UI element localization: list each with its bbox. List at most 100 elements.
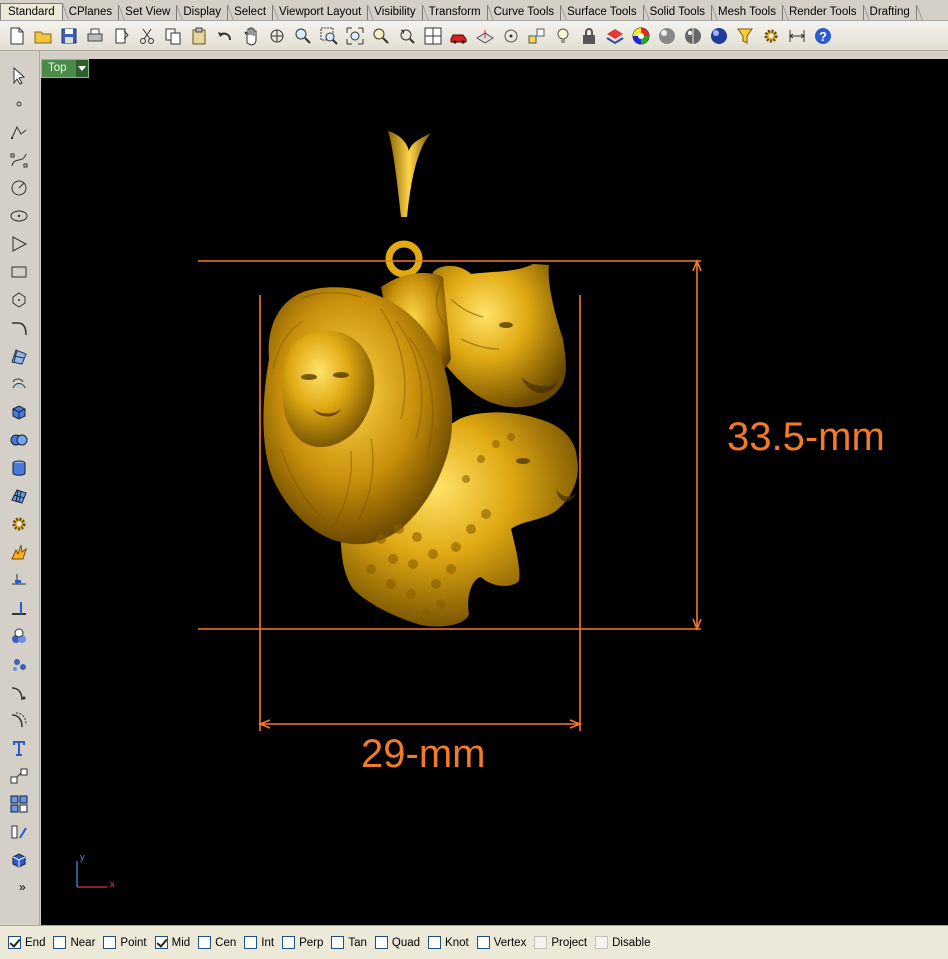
- osnap-button[interactable]: [524, 23, 550, 49]
- array-tool[interactable]: [6, 791, 32, 817]
- options-gear-button[interactable]: [758, 23, 784, 49]
- text-tool[interactable]: [6, 735, 32, 761]
- gear-plugin-tool[interactable]: [6, 511, 32, 537]
- import-button[interactable]: [108, 23, 134, 49]
- fillet-curve-tool[interactable]: [6, 679, 32, 705]
- new-button[interactable]: [4, 23, 30, 49]
- tab-viewport-layout[interactable]: Viewport Layout: [273, 5, 369, 20]
- color-wheel-button[interactable]: [628, 23, 654, 49]
- cylinder-tool[interactable]: [6, 455, 32, 481]
- viewport-title-top[interactable]: Top: [41, 59, 89, 78]
- arc-tool[interactable]: [6, 315, 32, 341]
- open-button[interactable]: [30, 23, 56, 49]
- polyline-tool[interactable]: [6, 119, 32, 145]
- mirror-tool[interactable]: [6, 819, 32, 845]
- osnap-knot-checkbox[interactable]: [428, 936, 442, 949]
- ellipse-tool[interactable]: [6, 203, 32, 229]
- tab-standard[interactable]: Standard: [0, 3, 63, 20]
- circle-tool[interactable]: [6, 175, 32, 201]
- tab-visibility[interactable]: Visibility: [368, 5, 423, 20]
- light-bulb-button[interactable]: [550, 23, 576, 49]
- tab-mesh-tools[interactable]: Mesh Tools: [712, 5, 783, 20]
- shaded-sphere-button[interactable]: [680, 23, 706, 49]
- explode-tool[interactable]: [6, 539, 32, 565]
- zoom-button[interactable]: [290, 23, 316, 49]
- top-viewport[interactable]: Top 33.5-mm 29-mm y x: [41, 59, 948, 925]
- undo-view-button[interactable]: [394, 23, 420, 49]
- osnap-cen[interactable]: Cen: [198, 936, 236, 952]
- curve-tool[interactable]: [6, 147, 32, 173]
- move-tool[interactable]: [6, 763, 32, 789]
- boolean-union-tool[interactable]: [6, 427, 32, 453]
- paste-button[interactable]: [186, 23, 212, 49]
- tab-solid-tools[interactable]: Solid Tools: [644, 5, 712, 20]
- four-viewports-button[interactable]: [420, 23, 446, 49]
- trim-tool[interactable]: [6, 567, 32, 593]
- osnap-knot[interactable]: Knot: [428, 936, 469, 952]
- osnap-mid-checkbox[interactable]: [154, 936, 168, 949]
- box-solid-tool[interactable]: [6, 399, 32, 425]
- osnap-end[interactable]: End: [8, 936, 45, 952]
- osnap-vertex-checkbox[interactable]: [476, 936, 490, 949]
- osnap-int[interactable]: Int: [244, 936, 274, 952]
- copy-button[interactable]: [160, 23, 186, 49]
- osnap-mid[interactable]: Mid: [154, 936, 190, 952]
- osnap-cen-checkbox[interactable]: [198, 936, 212, 949]
- undo-button[interactable]: [212, 23, 238, 49]
- tab-cplanes[interactable]: CPlanes: [63, 5, 120, 20]
- offset-curve-tool[interactable]: [6, 707, 32, 733]
- rotate-view-button[interactable]: [264, 23, 290, 49]
- osnap-point[interactable]: Point: [103, 936, 147, 952]
- shaded-box-tool[interactable]: [6, 847, 32, 873]
- point-tool[interactable]: [6, 91, 32, 117]
- more-tools-button[interactable]: »: [19, 880, 26, 894]
- osnap-quad[interactable]: Quad: [374, 936, 420, 952]
- layer-color-button[interactable]: [602, 23, 628, 49]
- osnap-int-checkbox[interactable]: [244, 936, 258, 949]
- dimension-button[interactable]: [784, 23, 810, 49]
- zoom-selected-button[interactable]: [368, 23, 394, 49]
- cut-button[interactable]: [134, 23, 160, 49]
- pan-hand-button[interactable]: [238, 23, 264, 49]
- osnap-near-checkbox[interactable]: [53, 936, 67, 949]
- tab-curve-tools[interactable]: Curve Tools: [488, 5, 562, 20]
- lock-button[interactable]: [576, 23, 602, 49]
- select-filter-button[interactable]: [732, 23, 758, 49]
- osnap-perp[interactable]: Perp: [282, 936, 323, 952]
- zoom-extents-button[interactable]: [342, 23, 368, 49]
- save-button[interactable]: [56, 23, 82, 49]
- help-button[interactable]: ?: [810, 23, 836, 49]
- tab-set-view[interactable]: Set View: [119, 5, 178, 20]
- tab-surface-tools[interactable]: Surface Tools: [561, 5, 644, 20]
- rectangle-tool[interactable]: [6, 259, 32, 285]
- polygon-tool[interactable]: [6, 231, 32, 257]
- blue-sphere-button[interactable]: [706, 23, 732, 49]
- hexagon-tool[interactable]: [6, 287, 32, 313]
- boolean-diff-tool[interactable]: [6, 651, 32, 677]
- osnap-perp-checkbox[interactable]: [282, 936, 296, 949]
- print-button[interactable]: [82, 23, 108, 49]
- osnap-vertex[interactable]: Vertex: [476, 936, 526, 952]
- select-arrow-tool[interactable]: [6, 63, 32, 89]
- mesh-surface-tool[interactable]: [6, 483, 32, 509]
- osnap-tan-checkbox[interactable]: [331, 936, 345, 949]
- tab-display[interactable]: Display: [177, 5, 229, 20]
- tab-select[interactable]: Select: [228, 5, 274, 20]
- group-tool[interactable]: [6, 623, 32, 649]
- cplane-button[interactable]: [472, 23, 498, 49]
- osnap-tan[interactable]: Tan: [331, 936, 367, 952]
- split-tool[interactable]: [6, 595, 32, 621]
- viewport-menu-arrow-icon[interactable]: [76, 60, 88, 77]
- osnap-quad-checkbox[interactable]: [374, 936, 388, 949]
- osnap-point-checkbox[interactable]: [103, 936, 117, 949]
- tab-transform[interactable]: Transform: [423, 5, 488, 20]
- osnap-end-checkbox[interactable]: [8, 936, 21, 949]
- render-sphere-button[interactable]: [654, 23, 680, 49]
- tab-drafting[interactable]: Drafting: [864, 5, 917, 20]
- tab-render-tools[interactable]: Render Tools: [783, 5, 864, 20]
- osnap-near[interactable]: Near: [53, 936, 95, 952]
- surface-pts-tool[interactable]: [6, 343, 32, 369]
- car-button[interactable]: [446, 23, 472, 49]
- extrude-curve-tool[interactable]: [6, 371, 32, 397]
- zoom-window-button[interactable]: [316, 23, 342, 49]
